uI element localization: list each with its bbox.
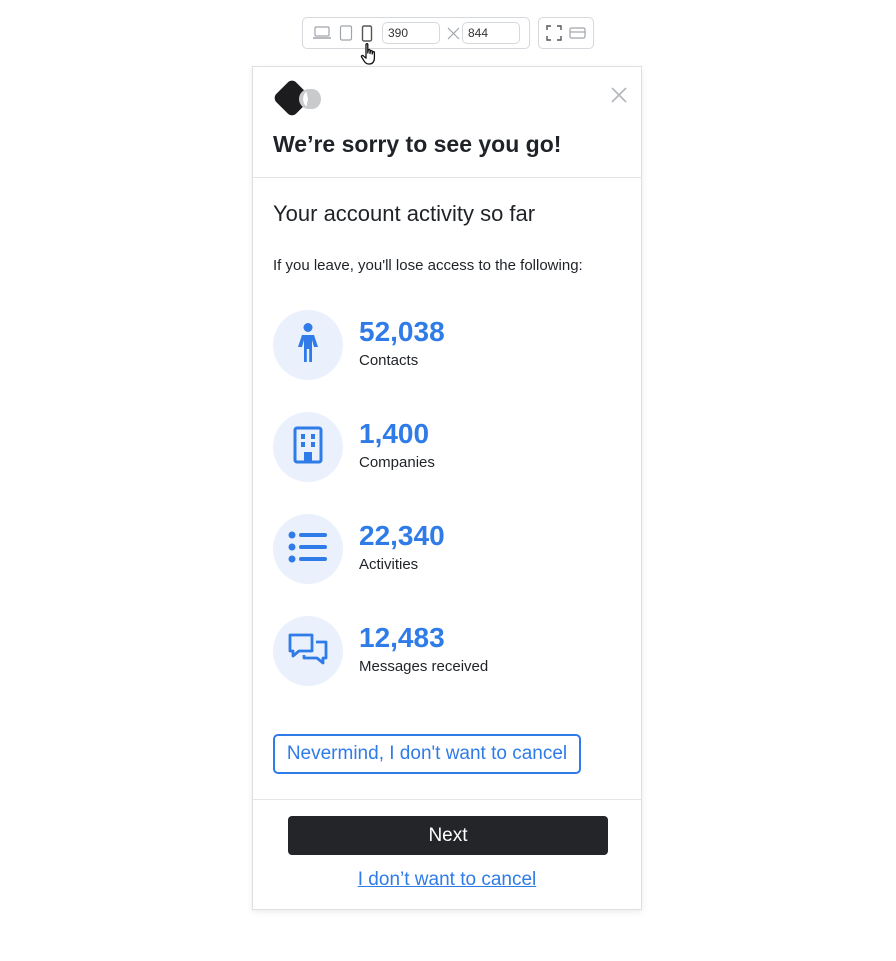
stat-label: Activities (359, 556, 419, 573)
stat-value: 22,340 (359, 520, 445, 551)
device-size-group: 390 844 (302, 17, 530, 65)
stat-value: 12,483 (359, 622, 445, 653)
stat-icon-circle (273, 616, 343, 686)
header-divider (253, 177, 641, 178)
height-input[interactable]: 844 (462, 22, 520, 44)
stat-label: Messages received (359, 658, 489, 675)
footer-divider (253, 799, 641, 800)
tablet-icon[interactable] (339, 25, 353, 46)
stat-contacts: 52,038 Contacts (273, 310, 613, 380)
dont-cancel-link[interactable]: I don’t want to cancel (253, 869, 641, 891)
brand-logo (273, 79, 323, 124)
stat-value: 1,400 (359, 418, 430, 449)
loss-notice: If you leave, you'll lose access to the … (273, 257, 583, 274)
view-options-group (538, 17, 594, 49)
chat-bubbles-icon (287, 632, 329, 671)
nevermind-button[interactable]: Nevermind, I don't want to cancel (273, 734, 581, 774)
next-button[interactable]: Next (288, 816, 608, 855)
stat-icon-circle (273, 412, 343, 482)
stat-companies: 1,400 Companies (273, 412, 613, 482)
laptop-icon[interactable] (312, 25, 332, 46)
width-input[interactable]: 390 (382, 22, 440, 44)
building-icon (292, 426, 324, 469)
modal-title: We’re sorry to see you go! (273, 131, 562, 157)
stat-value: 52,038 (359, 316, 445, 347)
panel-icon[interactable] (569, 25, 586, 46)
stat-label: Contacts (359, 352, 419, 369)
list-icon (288, 530, 328, 569)
section-title: Your account activity so far (273, 201, 536, 226)
cancel-account-modal: We’re sorry to see you go! Your account … (252, 66, 642, 910)
stat-activities: 22,340 Activities (273, 514, 613, 584)
close-icon[interactable] (610, 86, 628, 104)
person-icon (293, 322, 323, 369)
stat-icon-circle (273, 310, 343, 380)
fullscreen-icon[interactable] (546, 25, 562, 46)
stat-icon-circle (273, 514, 343, 584)
dimension-x-icon (447, 27, 460, 45)
stat-label: Companies (359, 454, 435, 471)
stat-messages: 12,483 Messages received (273, 616, 613, 686)
